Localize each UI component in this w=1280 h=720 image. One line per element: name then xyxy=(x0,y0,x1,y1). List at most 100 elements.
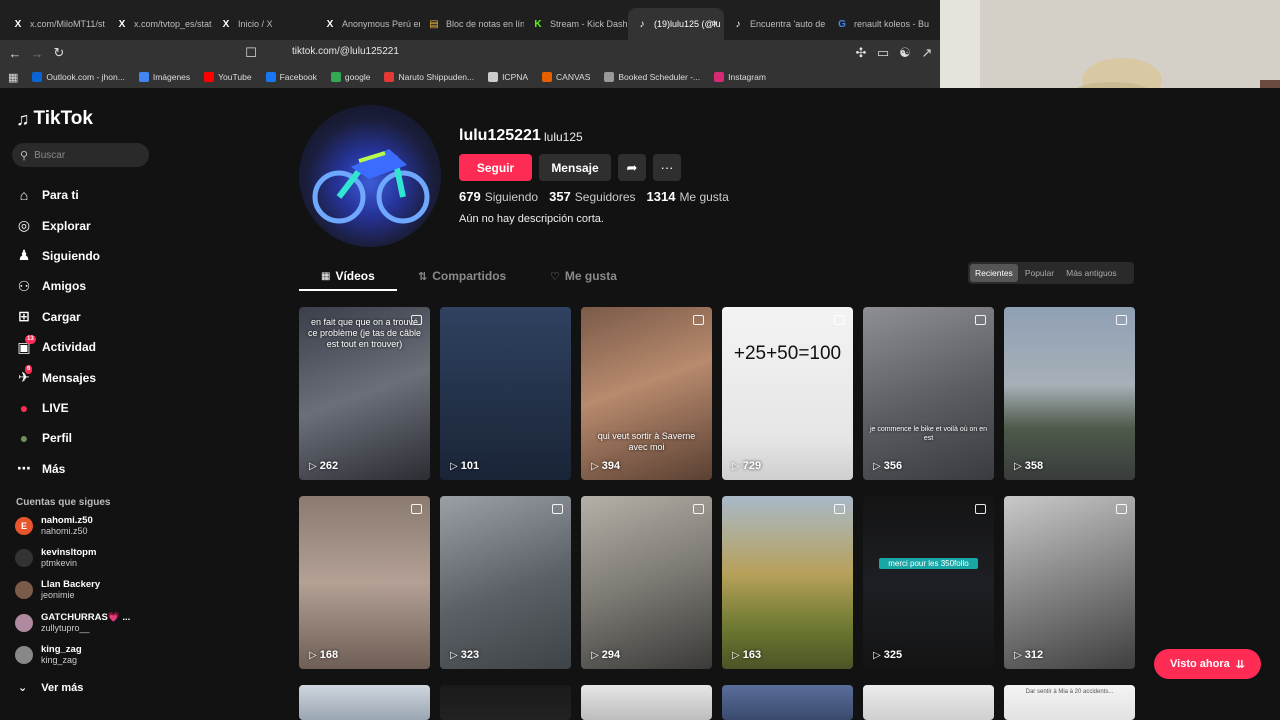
sidebar-item-siguiendo[interactable]: ♟ Siguiendo xyxy=(16,241,100,271)
search-input[interactable]: ⚲ Buscar xyxy=(12,143,149,167)
address-bar[interactable]: tiktok.com/@lulu125221 xyxy=(292,46,399,57)
browser-tab[interactable]: ♪ Encuentra 'auto de xyxy=(724,8,828,40)
followed-account[interactable]: GATCHURRAS💗 ... zullytupro__ xyxy=(15,612,130,634)
browser-tab[interactable]: Xx.com/tvtop_es/stat xyxy=(108,8,212,40)
sidebar-item-amigos[interactable]: ⚇ Amigos xyxy=(16,271,100,301)
tab-reposts[interactable]: ⇅ Compartidos xyxy=(418,269,506,283)
browser-tab[interactable]: K Stream - Kick Dashb xyxy=(524,8,628,40)
video-thumbnail[interactable] xyxy=(863,685,994,720)
bookmark-icon[interactable]: ☐ xyxy=(240,45,262,61)
sidebar-item-actividad[interactable]: ▣ 13 Actividad xyxy=(16,332,100,362)
ellipsis-icon: ··· xyxy=(660,160,674,175)
play-icon: ▷ xyxy=(309,649,317,661)
back-icon[interactable]: ← xyxy=(4,46,26,61)
browser-tab[interactable]: ♪ (19)lulu125 (@lu × xyxy=(628,8,724,40)
reload-icon[interactable]: ↻ xyxy=(48,45,70,61)
tiktok-logo[interactable]: ♫ TikTok xyxy=(16,108,93,130)
video-thumbnail[interactable]: merci pour les 350follo ▷ 325 xyxy=(863,496,994,669)
browser-toolbar: ← → ↻ ☐ tiktok.com/@lulu125221 ✣ ▭ ☯ ↗ xyxy=(0,40,940,66)
tab-videos[interactable]: ▦ Vídeos xyxy=(321,269,375,283)
sidebar-item-explorar[interactable]: ◎ Explorar xyxy=(16,210,100,240)
browser-tab[interactable]: ▤ Bloc de notas en lín xyxy=(420,8,524,40)
sidebar-item-live[interactable]: ● LIVE xyxy=(16,393,100,423)
video-thumbnail[interactable]: en fait que que on a trouvé ce problème … xyxy=(299,307,430,480)
view-count: ▷ 729 xyxy=(732,460,762,472)
cast-icon[interactable]: ▭ xyxy=(872,45,894,61)
share-button[interactable]: ➦ xyxy=(618,154,646,181)
video-thumbnail[interactable]: Dar sentir à Mia à 20 accidents... xyxy=(1004,685,1135,720)
tab-liked[interactable]: ♡ Me gusta xyxy=(550,269,617,283)
video-thumbnail[interactable]: ▷ 312 xyxy=(1004,496,1135,669)
following-stat[interactable]: 679 Siguiendo xyxy=(459,189,538,204)
followed-account[interactable]: Llan Backery jeonimie xyxy=(15,579,100,601)
video-thumbnail[interactable] xyxy=(440,685,571,720)
bookmark-favicon-icon xyxy=(32,72,43,82)
bookmark-item[interactable]: google xyxy=(330,72,370,82)
followed-account-name: kevinsltopm xyxy=(41,547,97,559)
watched-now-button[interactable]: Visto ahora ⇊ xyxy=(1154,649,1261,679)
apps-icon[interactable]: ▦ xyxy=(8,71,18,84)
followed-account[interactable]: Enahomi.z50 nahomi.z50 xyxy=(15,515,93,537)
bookmark-item[interactable]: CANVAS xyxy=(542,72,590,82)
video-thumbnail[interactable]: ▷ 358 xyxy=(1004,307,1135,480)
sidebar-item-más[interactable]: ⋯ Más xyxy=(16,454,100,484)
message-button[interactable]: Mensaje xyxy=(539,154,611,181)
bookmark-item[interactable]: YouTube xyxy=(204,72,252,82)
bookmark-item[interactable]: Naruto Shippuden... xyxy=(384,72,474,82)
bookmark-item[interactable]: ICPNA xyxy=(488,72,528,82)
video-thumbnail[interactable] xyxy=(581,685,712,720)
share-page-icon[interactable]: ↗ xyxy=(916,45,938,61)
followed-account[interactable]: kevinsltopm ptmkevin xyxy=(15,547,96,569)
profile-avatar[interactable] xyxy=(299,105,441,247)
translate-icon[interactable]: ☯ xyxy=(894,45,916,61)
logo-text: TikTok xyxy=(33,108,93,129)
sidebar-item-label: Más xyxy=(42,461,66,476)
follow-button[interactable]: Seguir xyxy=(459,154,532,181)
browser-tab[interactable]: X Inicio / X xyxy=(212,8,316,40)
bookmark-label: Imágenes xyxy=(152,72,191,82)
photo-mode-icon xyxy=(975,504,986,514)
sort-option[interactable]: Popular xyxy=(1020,264,1059,282)
grid-icon: ▦ xyxy=(321,270,331,282)
followed-account[interactable]: king_zag king_zag xyxy=(15,644,82,666)
video-thumbnail[interactable]: ▷ 163 xyxy=(722,496,853,669)
browser-tab[interactable]: Grenault koleos - Bu xyxy=(828,8,932,40)
browser-tab-title: Bloc de notas en lín xyxy=(446,19,524,29)
video-thumbnail[interactable] xyxy=(299,685,430,720)
sort-option[interactable]: Más antiguos xyxy=(1061,264,1122,282)
bookmark-item[interactable]: Instagram xyxy=(714,72,766,82)
upload-icon: ⊞ xyxy=(18,308,30,325)
video-thumbnail[interactable]: je commence le bike et voilà où on en es… xyxy=(863,307,994,480)
bookmark-item[interactable]: Outlook.com - jhon... xyxy=(32,72,125,82)
tiktok-icon: ♪ xyxy=(735,18,741,30)
photo-mode-icon xyxy=(834,504,845,514)
browser-tab[interactable]: X Anonymous Perú en xyxy=(316,8,420,40)
followers-stat[interactable]: 357 Seguidores xyxy=(549,189,635,204)
avatar xyxy=(15,549,33,568)
bookmark-item[interactable]: Booked Scheduler -... xyxy=(604,72,700,82)
see-more-button[interactable]: ⌄ Ver más xyxy=(18,681,83,695)
profile-icon: ● xyxy=(19,430,29,447)
close-tab-icon[interactable]: × xyxy=(712,18,718,30)
forward-icon[interactable]: → xyxy=(26,46,48,61)
video-thumbnail[interactable]: ▷ 101 xyxy=(440,307,571,480)
bookmark-favicon-icon xyxy=(384,72,395,82)
view-count: ▷ 323 xyxy=(450,649,480,661)
sidebar-item-perfil[interactable]: ● Perfil xyxy=(16,423,100,453)
video-thumbnail[interactable] xyxy=(722,685,853,720)
x-icon: X xyxy=(118,18,126,30)
video-thumbnail[interactable]: ▷ 323 xyxy=(440,496,571,669)
video-thumbnail[interactable]: ▷ 168 xyxy=(299,496,430,669)
bookmark-item[interactable]: Facebook xyxy=(265,72,317,82)
more-options-button[interactable]: ··· xyxy=(653,154,681,181)
video-thumbnail[interactable]: +25+50=100 ▷ 729 xyxy=(722,307,853,480)
sidebar-item-cargar[interactable]: ⊞ Cargar xyxy=(16,302,100,332)
bookmark-item[interactable]: Imágenes xyxy=(138,72,191,82)
extension-icon[interactable]: ✣ xyxy=(850,45,872,61)
sidebar-item-para-ti[interactable]: ⌂ Para ti xyxy=(16,180,100,210)
video-thumbnail[interactable]: qui veut sortir à Saverne avec moi ▷ 394 xyxy=(581,307,712,480)
sort-option[interactable]: Recientes xyxy=(970,264,1018,282)
video-thumbnail[interactable]: ▷ 294 xyxy=(581,496,712,669)
browser-tab[interactable]: Xx.com/MiloMT11/st xyxy=(4,8,108,40)
sidebar-item-mensajes[interactable]: ✈ 6 Mensajes xyxy=(16,362,100,392)
